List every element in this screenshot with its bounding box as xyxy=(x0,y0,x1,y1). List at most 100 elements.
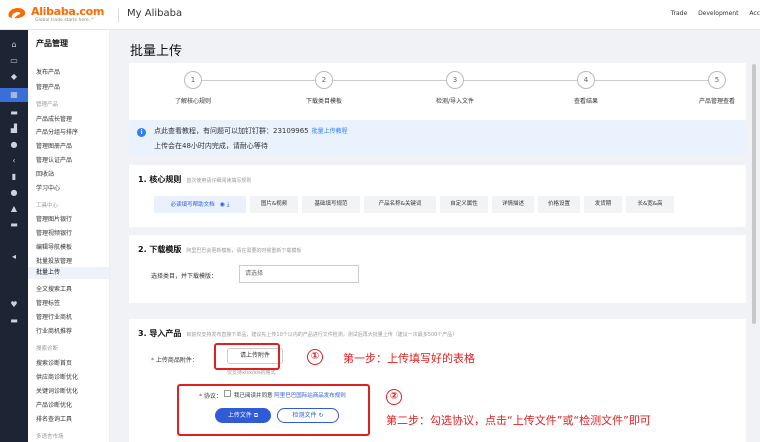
step-5-label: 产品管理查看 xyxy=(698,98,736,105)
nav-trade[interactable]: Trade xyxy=(671,10,687,17)
inbox-icon[interactable]: ▭ xyxy=(9,56,19,66)
section-title: 3. 导入产品 目前仅支持发布直接下单品，建议先上传10个以内的产品进行文件检测，… xyxy=(138,328,457,339)
heart-icon[interactable]: ♥ xyxy=(9,300,19,310)
section-2-desc: 阿里巴巴会更新模板，请在需要的时候重新下载模板 xyxy=(186,248,302,254)
download-template-card: 2. 下载模版 阿里巴巴会更新模板，请在需要的时候重新下载模板 选择类目，并下载模… xyxy=(129,235,746,303)
wallet-icon[interactable]: ▬ xyxy=(9,220,19,230)
section-2-title: 2. 下载模版 xyxy=(138,245,182,254)
section-3-title: 3. 导入产品 xyxy=(138,329,182,338)
nav-account[interactable]: Acc xyxy=(749,10,760,17)
step-4-circle: 4 xyxy=(577,71,595,89)
sidebar-item[interactable]: 学习中心 xyxy=(36,183,60,192)
annotation-box-1 xyxy=(214,343,280,370)
section-title: 1. 核心规则 首次使用请仔细阅读填写规则 xyxy=(138,174,251,185)
info-icon: i xyxy=(137,128,146,137)
step-connector xyxy=(333,80,446,81)
sidebar-item[interactable]: 管理标签 xyxy=(36,298,60,307)
rule-tab-dimensions[interactable]: 长&宽&高 xyxy=(626,196,674,213)
home-icon[interactable]: ⌂ xyxy=(9,40,19,50)
tutorial-link[interactable]: 批量上传教程 xyxy=(312,128,348,135)
step-3-label: 检测/导入文件 xyxy=(435,98,475,105)
sidebar-item[interactable]: 批量投放管理 xyxy=(36,256,72,265)
sidebar-item[interactable]: 发布产品 xyxy=(36,67,60,76)
shield-icon[interactable]: ◆ xyxy=(9,72,19,82)
rule-tab-price[interactable]: 价格设置 xyxy=(538,196,580,213)
section-3-desc: 目前仅支持发布直接下单品，建议先上传10个以内的产品进行文件检测，测试后再大批量… xyxy=(186,332,458,338)
sidebar-item[interactable]: 关键词诊断优化 xyxy=(36,386,78,395)
annotation-text-2: 第二步：勾选协议，点击“上传文件”或“检测文件”即可 xyxy=(386,414,651,427)
nav-development[interactable]: Development xyxy=(698,10,738,17)
annotation-number-2: ② xyxy=(386,389,402,405)
rule-tab-label: 必读填写帮助文档 xyxy=(170,202,215,208)
sidebar-group-label: 多语言市场 xyxy=(36,434,64,440)
sidebar-item[interactable]: 产品分组与排序 xyxy=(36,127,78,136)
share-icon[interactable]: ‹ xyxy=(9,156,19,166)
annotation-number-1: ① xyxy=(307,349,323,365)
sidebar-item[interactable]: 排名查询工具 xyxy=(36,414,72,423)
sidebar-item[interactable]: 全文搜索工具 xyxy=(36,284,72,293)
step-4-label: 查看结果 xyxy=(573,98,599,105)
send-icon[interactable]: ◂ xyxy=(9,252,19,262)
sidebar-item[interactable]: 回收站 xyxy=(36,169,54,178)
sidebar-item[interactable]: 管理产品 xyxy=(36,82,60,91)
core-rules-card: 1. 核心规则 首次使用请仔细阅读填写规则 必读填写帮助文档 ◉ ⤓ 图片&视频 基… xyxy=(129,165,746,227)
rule-tab-detail[interactable]: 详情描述 xyxy=(492,196,534,213)
sidebar-title: 产品管理 xyxy=(36,39,68,48)
section-1-title: 1. 核心规则 xyxy=(138,175,182,184)
circle-icon[interactable]: ● xyxy=(9,188,19,198)
attach-label: * 上传商品附件： xyxy=(151,355,198,364)
sidebar-item[interactable]: 管理视频银行 xyxy=(36,228,72,237)
rule-tab-custom-attr[interactable]: 自定义属性 xyxy=(440,196,488,213)
logo-text: Alibaba.com xyxy=(31,5,105,18)
sidebar-group-label: 工具中心 xyxy=(36,203,59,209)
alibaba-logo[interactable]: Alibaba.com Global trade starts here.™ xyxy=(6,3,116,27)
view-download-icon[interactable]: ◉ ⤓ xyxy=(220,201,230,208)
category-select[interactable]: 请选择 xyxy=(239,265,359,283)
message-icon[interactable]: ▬ xyxy=(9,108,19,118)
step-2-label: 下载类目模板 xyxy=(305,98,343,105)
sidebar-item[interactable]: 管理图片银行 xyxy=(36,214,72,223)
sidebar-group-label: 管理产品 xyxy=(36,102,59,108)
rule-tab-delivery[interactable]: 发货期 xyxy=(584,196,622,213)
icon-rail: ⌂ ▭ ◆ ▦ ▬ ▟ ● ‹ ▮ ● ▲ ▬ ◂ ♥ ▬ xyxy=(0,30,28,442)
sidebar-item[interactable]: 管理行业商机 xyxy=(36,312,72,321)
chart-icon[interactable]: ▟ xyxy=(9,124,19,134)
top-nav: Trade Development Acc xyxy=(662,10,760,17)
annotation-box-2 xyxy=(177,384,370,436)
sidebar-item[interactable]: 产品成长管理 xyxy=(36,114,72,123)
bank-icon[interactable]: ▲ xyxy=(9,204,19,214)
rule-tab-basic[interactable]: 基础填写规范 xyxy=(302,196,360,213)
step-connector xyxy=(464,80,577,81)
rule-tab-name-keywords[interactable]: 产品名称&关键词 xyxy=(364,196,436,213)
sidebar-item[interactable]: 行业商机推荐 xyxy=(36,326,72,335)
document-icon[interactable]: ▮ xyxy=(9,172,19,182)
divider xyxy=(118,8,119,22)
step-5-circle: 5 xyxy=(708,71,726,89)
sidebar-item[interactable]: 管理图册产品 xyxy=(36,141,72,150)
rule-tab-help-doc[interactable]: 必读填写帮助文档 ◉ ⤓ xyxy=(154,196,246,213)
notice-line1-text: 点此查看教程，有问题可以加钉钉群：23109965 xyxy=(154,127,309,135)
sidebar-item[interactable]: 批量上传 xyxy=(28,267,109,279)
sidebar-item[interactable]: 编辑导航模板 xyxy=(36,242,72,251)
step-1-label: 了解核心规则 xyxy=(174,98,212,105)
notice-text-2: 上传会在48小时内完成，请耐心等待 xyxy=(154,142,268,150)
app-title[interactable]: My Alibaba xyxy=(127,8,182,19)
product-grid-icon[interactable]: ▦ xyxy=(0,88,28,102)
sidebar-item[interactable]: 搜索诊断首页 xyxy=(36,358,72,367)
file-format-hint: 仅支持xlsx/xls的格式 xyxy=(227,370,276,376)
sidebar-item[interactable]: 管理认证产品 xyxy=(36,155,72,164)
notice-banner: i 点此查看教程，有问题可以加钉钉群：23109965 批量上传教程 上传会在48… xyxy=(129,120,746,156)
main-content: 批量上传 1 2 3 4 5 了解核心规则 下载类目模板 检测/导入文件 查看结… xyxy=(110,30,760,442)
step-connector xyxy=(595,80,708,81)
alibaba-logo-mark-icon xyxy=(8,8,26,19)
notice-text: 点此查看教程，有问题可以加钉钉群：23109965 批量上传教程 xyxy=(154,126,348,136)
rule-tab-image-video[interactable]: 图片&视频 xyxy=(250,196,298,213)
user-icon[interactable]: ● xyxy=(9,140,19,150)
sidebar-item[interactable]: 产品诊断优化 xyxy=(36,400,72,409)
scrollbar[interactable] xyxy=(752,64,756,324)
step-1-circle: 1 xyxy=(184,71,202,89)
step-connector xyxy=(202,80,315,81)
store-icon[interactable]: ▬ xyxy=(9,316,19,326)
sidebar-item[interactable]: 供应商诊断优化 xyxy=(36,372,78,381)
sidebar: 产品管理 发布产品 管理产品 管理产品 产品成长管理 产品分组与排序 管理图册产品 管理认证… xyxy=(28,30,110,442)
